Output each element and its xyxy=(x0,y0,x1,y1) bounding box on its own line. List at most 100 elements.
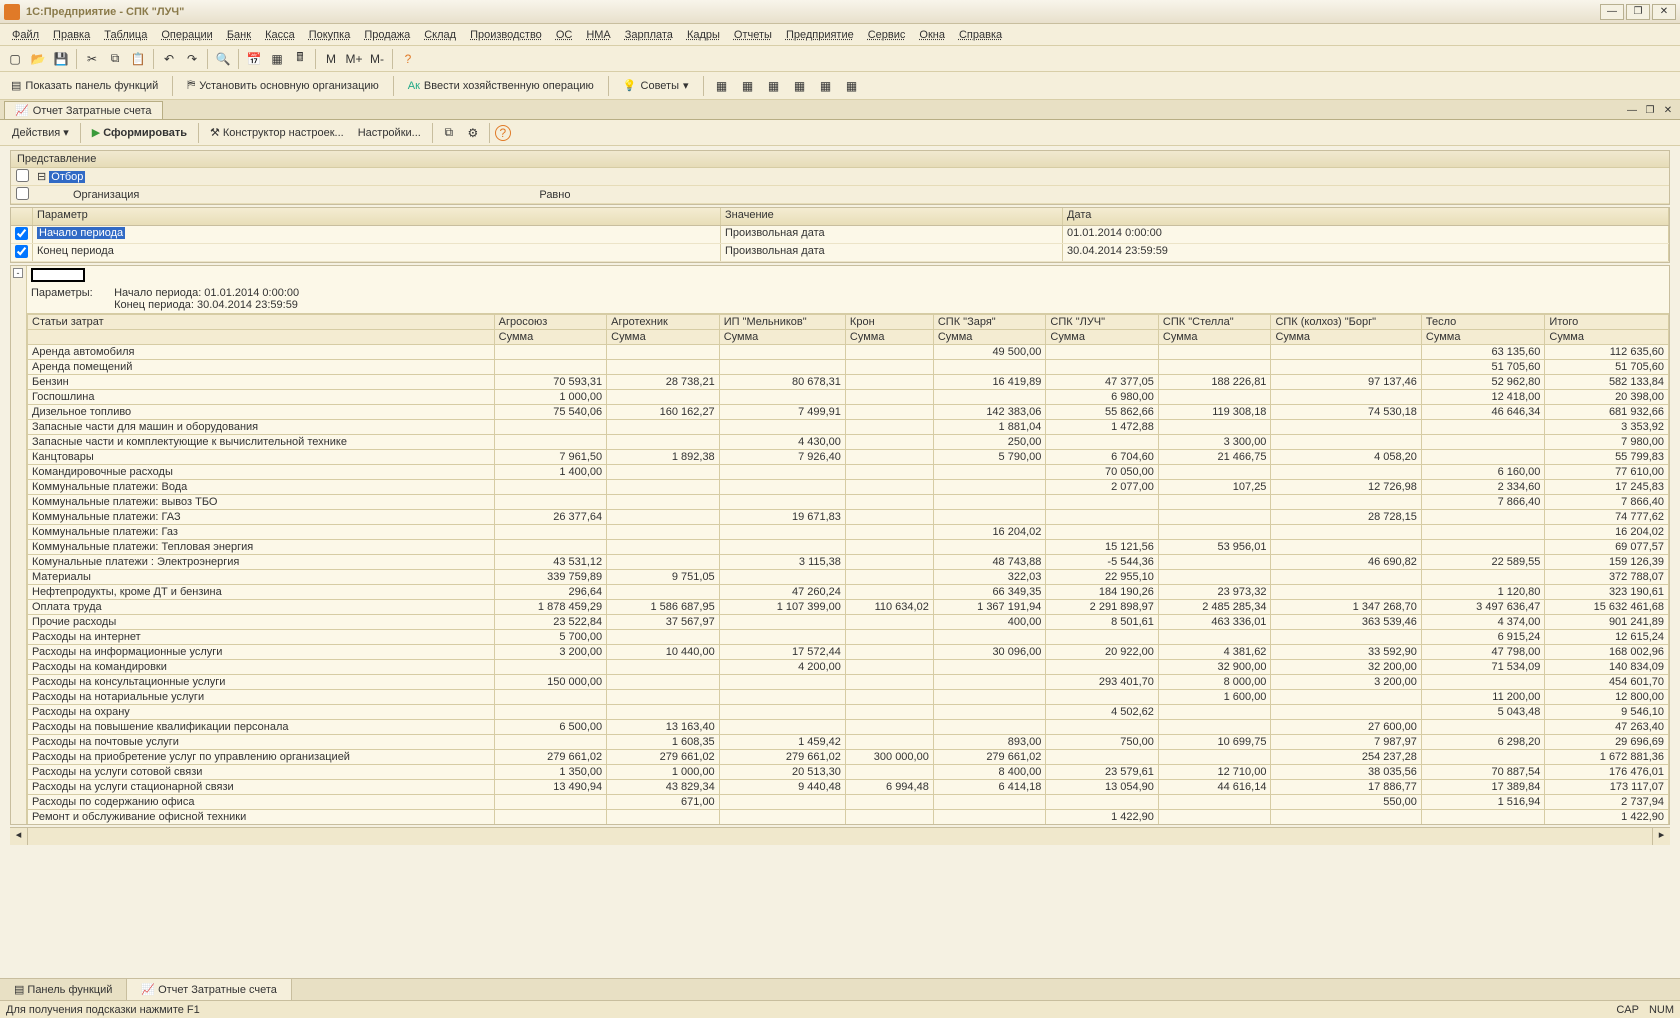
table-row[interactable]: Прочие расходы23 522,8437 567,97400,008 … xyxy=(28,615,1669,630)
m-plus-button[interactable]: M+ xyxy=(343,48,365,70)
menu-Операции[interactable]: Операции xyxy=(155,27,218,43)
org-checkbox[interactable] xyxy=(16,187,29,200)
table-row[interactable]: Расходы на консультационные услуги150 00… xyxy=(28,675,1669,690)
m-button[interactable]: M xyxy=(320,48,342,70)
open-icon[interactable]: 📂 xyxy=(27,48,49,70)
copy-icon[interactable]: ⧉ xyxy=(104,48,126,70)
h-scrollbar[interactable]: ◂ ▸ xyxy=(10,827,1670,845)
table-row[interactable]: Материалы339 759,899 751,05322,0322 955,… xyxy=(28,570,1669,585)
settings-button[interactable]: Настройки... xyxy=(352,122,427,144)
minimize-button[interactable]: — xyxy=(1600,4,1624,20)
bottom-tab-report[interactable]: 📈Отчет Затратные счета xyxy=(127,979,292,1000)
tb2-icon4[interactable]: ▦ xyxy=(789,75,811,97)
tb2-icon6[interactable]: ▦ xyxy=(841,75,863,97)
search-icon[interactable]: 🔍 xyxy=(212,48,234,70)
cut-icon[interactable]: ✂ xyxy=(81,48,103,70)
redo-icon[interactable]: ↷ xyxy=(181,48,203,70)
menu-ОС[interactable]: ОС xyxy=(550,27,579,43)
table-row[interactable]: Расходы на информационные услуги3 200,00… xyxy=(28,645,1669,660)
end-checkbox[interactable] xyxy=(15,245,28,258)
menu-Касса[interactable]: Касса xyxy=(259,27,301,43)
table-row[interactable]: Запасные части для машин и оборудования1… xyxy=(28,420,1669,435)
paste-icon[interactable]: 📋 xyxy=(127,48,149,70)
param-row-start[interactable]: Начало периода Произвольная дата 01.01.2… xyxy=(11,226,1669,244)
filter-org-row[interactable]: ОрганизацияРавно xyxy=(11,186,1669,204)
menu-Кадры[interactable]: Кадры xyxy=(681,27,726,43)
tb2-icon5[interactable]: ▦ xyxy=(815,75,837,97)
table-row[interactable]: Комунальные платежи : Электроэнергия43 5… xyxy=(28,555,1669,570)
close-button[interactable]: ✕ xyxy=(1652,4,1676,20)
menu-Банк[interactable]: Банк xyxy=(221,27,257,43)
report-tab[interactable]: 📈Отчет Затратные счета xyxy=(4,101,163,119)
start-checkbox[interactable] xyxy=(15,227,28,240)
show-panel-button[interactable]: ▤Показать панель функций xyxy=(4,75,165,97)
menu-Производство[interactable]: Производство xyxy=(464,27,548,43)
table-row[interactable]: Расходы на приобретение услуг по управле… xyxy=(28,750,1669,765)
filter-otbor-row[interactable]: ⊟ Отбор xyxy=(11,168,1669,186)
save-icon[interactable]: 💾 xyxy=(50,48,72,70)
menu-Правка[interactable]: Правка xyxy=(47,27,96,43)
table-row[interactable]: Расходы на услуги стационарной связи13 4… xyxy=(28,780,1669,795)
table-row[interactable]: Канцтовары7 961,501 892,387 926,405 790,… xyxy=(28,450,1669,465)
menu-Зарплата[interactable]: Зарплата xyxy=(619,27,679,43)
tb2-icon3[interactable]: ▦ xyxy=(763,75,785,97)
tb2-icon2[interactable]: ▦ xyxy=(737,75,759,97)
table-row[interactable]: Госпошлина1 000,006 980,0012 418,0020 39… xyxy=(28,390,1669,405)
bottom-tab-panel[interactable]: ▤Панель функций xyxy=(0,979,127,1000)
table-row[interactable]: Дизельное топливо75 540,06160 162,277 49… xyxy=(28,405,1669,420)
main-menu[interactable]: ФайлПравкаТаблицаОперацииБанкКассаПокупк… xyxy=(0,24,1680,46)
table-row[interactable]: Нефтепродукты, кроме ДТ и бензина296,644… xyxy=(28,585,1669,600)
menu-Справка[interactable]: Справка xyxy=(953,27,1008,43)
table-row[interactable]: Оплата труда1 878 459,291 586 687,951 10… xyxy=(28,600,1669,615)
table-row[interactable]: Расходы на охрану4 502,625 043,489 546,1… xyxy=(28,705,1669,720)
table-row[interactable]: Коммунальные платежи: Тепловая энергия15… xyxy=(28,540,1669,555)
table-row[interactable]: Расходы по содержанию офиса671,00550,001… xyxy=(28,795,1669,810)
menu-Отчеты[interactable]: Отчеты xyxy=(728,27,778,43)
new-doc-icon[interactable]: ▢ xyxy=(4,48,26,70)
undo-icon[interactable]: ↶ xyxy=(158,48,180,70)
tb2-icon1[interactable]: ▦ xyxy=(711,75,733,97)
table-row[interactable]: Командировочные расходы1 400,0070 050,00… xyxy=(28,465,1669,480)
menu-Сервис[interactable]: Сервис xyxy=(862,27,912,43)
table-row[interactable]: Коммунальные платежи: вывоз ТБО7 866,407… xyxy=(28,495,1669,510)
menu-Таблица[interactable]: Таблица xyxy=(98,27,153,43)
active-cell[interactable] xyxy=(31,268,85,282)
table-row[interactable]: Расходы на услуги сотовой связи1 350,001… xyxy=(28,765,1669,780)
tab-minimize[interactable]: — xyxy=(1624,105,1640,119)
table-row[interactable]: Ремонт и обслуживание офисной техники1 4… xyxy=(28,810,1669,825)
set-org-button[interactable]: ⛿Установить основную организацию xyxy=(180,75,386,97)
table-row[interactable]: Аренда помещений51 705,6051 705,60 xyxy=(28,360,1669,375)
otbor-checkbox[interactable] xyxy=(16,169,29,182)
calendar-icon[interactable]: 📅 xyxy=(243,48,265,70)
table-row[interactable]: Аренда автомобиля49 500,0063 135,60112 6… xyxy=(28,345,1669,360)
ab-icon1[interactable]: ⧉ xyxy=(438,122,460,144)
table-row[interactable]: Расходы на нотариальные услуги1 600,0011… xyxy=(28,690,1669,705)
restore-button[interactable]: ❐ xyxy=(1626,4,1650,20)
tab-restore[interactable]: ❐ xyxy=(1642,105,1658,119)
table-row[interactable]: Запасные части и комплектующие к вычисли… xyxy=(28,435,1669,450)
table-row[interactable]: Расходы на повышение квалификации персон… xyxy=(28,720,1669,735)
table-row[interactable]: Расходы на интернет5 700,006 915,2412 61… xyxy=(28,630,1669,645)
minus-icon[interactable]: ⊟ xyxy=(37,171,46,183)
action-help-icon[interactable]: ? xyxy=(495,125,511,141)
menu-Файл[interactable]: Файл xyxy=(6,27,45,43)
ab-icon2[interactable]: ⚙ xyxy=(462,122,484,144)
menu-Продажа[interactable]: Продажа xyxy=(358,27,416,43)
table-row[interactable]: Коммунальные платежи: Газ16 204,0216 204… xyxy=(28,525,1669,540)
table-row[interactable]: Расходы на почтовые услуги1 608,351 459,… xyxy=(28,735,1669,750)
menu-НМА[interactable]: НМА xyxy=(580,27,616,43)
tab-close[interactable]: ✕ xyxy=(1660,105,1676,119)
constructor-button[interactable]: ⚒Конструктор настроек... xyxy=(204,122,350,144)
menu-Окна[interactable]: Окна xyxy=(913,27,951,43)
table-row[interactable]: Расходы на командировки4 200,0032 900,00… xyxy=(28,660,1669,675)
menu-Склад[interactable]: Склад xyxy=(418,27,462,43)
advice-button[interactable]: 💡Советы▾ xyxy=(616,75,696,97)
param-row-end[interactable]: Конец периода Произвольная дата 30.04.20… xyxy=(11,244,1669,262)
grid-icon[interactable]: ▦ xyxy=(266,48,288,70)
menu-Покупка[interactable]: Покупка xyxy=(303,27,357,43)
menu-Предприятие[interactable]: Предприятие xyxy=(780,27,860,43)
calc-icon[interactable]: 🖩 xyxy=(289,48,311,70)
actions-dropdown[interactable]: Действия▾ xyxy=(6,122,75,144)
m-minus-button[interactable]: M- xyxy=(366,48,388,70)
table-row[interactable]: Бензин70 593,3128 738,2180 678,3116 419,… xyxy=(28,375,1669,390)
